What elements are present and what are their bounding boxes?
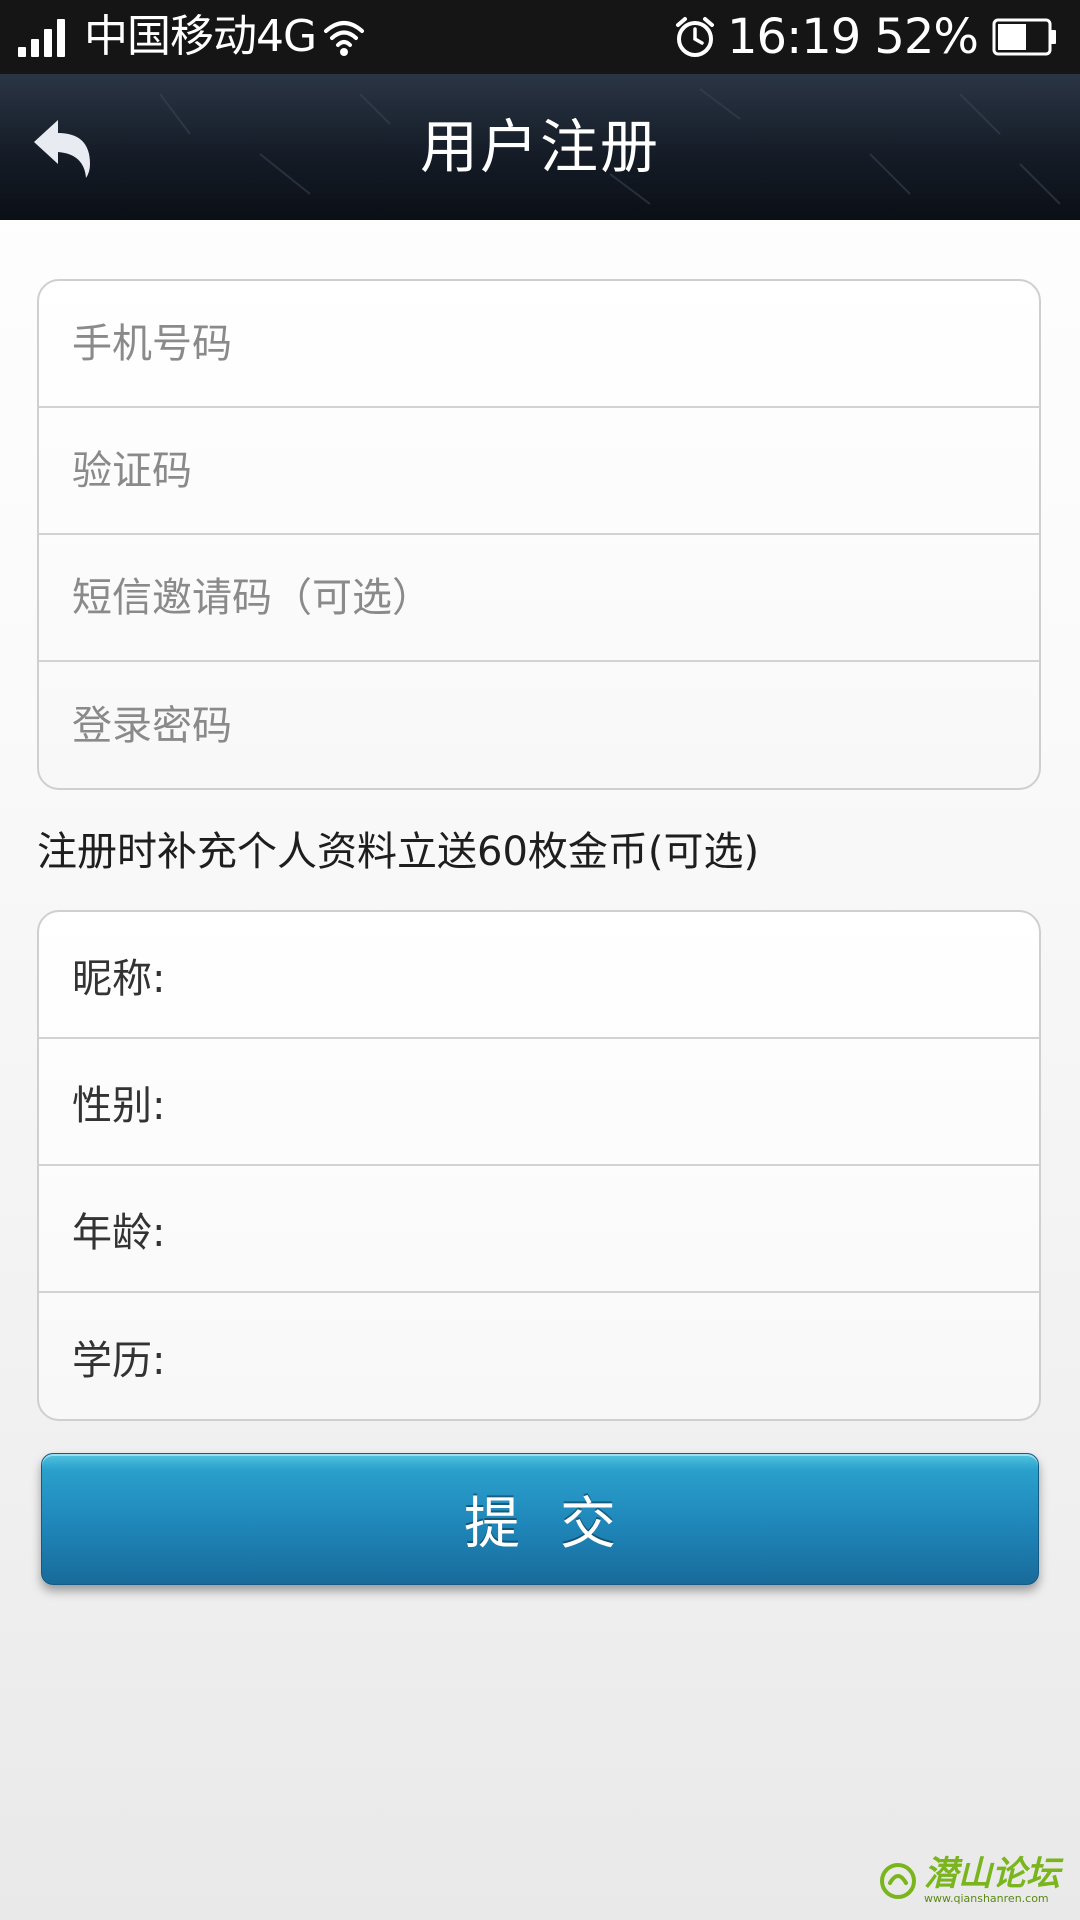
- phone-input[interactable]: [72, 281, 1002, 406]
- password-row: [39, 662, 1039, 788]
- status-left: 中国移动4G: [18, 0, 366, 74]
- nickname-input[interactable]: [72, 912, 1002, 1037]
- nav-bar: 用户注册: [0, 74, 1080, 220]
- education-row: 学历:: [39, 1293, 1039, 1419]
- age-row: 年龄:: [39, 1166, 1039, 1293]
- wifi-icon: [324, 21, 365, 56]
- alarm-clock-icon: [675, 17, 714, 57]
- age-input[interactable]: [72, 1166, 1002, 1291]
- watermark-text: 潜山论坛: [924, 1854, 1060, 1894]
- profile-bonus-note: 注册时补充个人资料立送60枚金币(可选): [37, 829, 760, 875]
- profile-form-card: 昵称: 性别: 年龄: 学历:: [37, 910, 1041, 1421]
- gender-input[interactable]: [72, 1039, 1002, 1164]
- invite-code-input[interactable]: [72, 535, 1002, 660]
- education-input[interactable]: [72, 1293, 1002, 1419]
- battery-percent: 52%: [874, 9, 979, 65]
- battery-icon: [992, 18, 1056, 56]
- status-time: 16:19: [726, 9, 861, 65]
- register-form-card: [37, 279, 1041, 790]
- submit-button[interactable]: 提交: [41, 1453, 1039, 1585]
- watermark-text-block: 潜山论坛 www.qianshanren.com: [924, 1856, 1060, 1906]
- page-title: 用户注册: [419, 113, 660, 181]
- gender-row: 性别:: [39, 1039, 1039, 1166]
- submit-label: 提交: [464, 1491, 656, 1557]
- nickname-row: 昵称:: [39, 912, 1039, 1039]
- password-input[interactable]: [72, 662, 1002, 788]
- forum-watermark: 潜山论坛 www.qianshanren.com: [878, 1856, 1060, 1906]
- status-right: 16:19 52%: [673, 0, 1058, 74]
- signal-strength-icon: [18, 17, 70, 57]
- invite-code-row: [39, 535, 1039, 662]
- status-bar: 中国移动4G 16:19 52%: [0, 0, 1080, 74]
- watermark-url: www.qianshanren.com: [924, 1892, 1049, 1905]
- carrier-name: 中国移动4G: [84, 11, 317, 62]
- forum-logo-icon: [880, 1863, 916, 1899]
- phone-row: [39, 281, 1039, 408]
- verification-code-row: [39, 408, 1039, 535]
- verification-code-input[interactable]: [72, 408, 1002, 533]
